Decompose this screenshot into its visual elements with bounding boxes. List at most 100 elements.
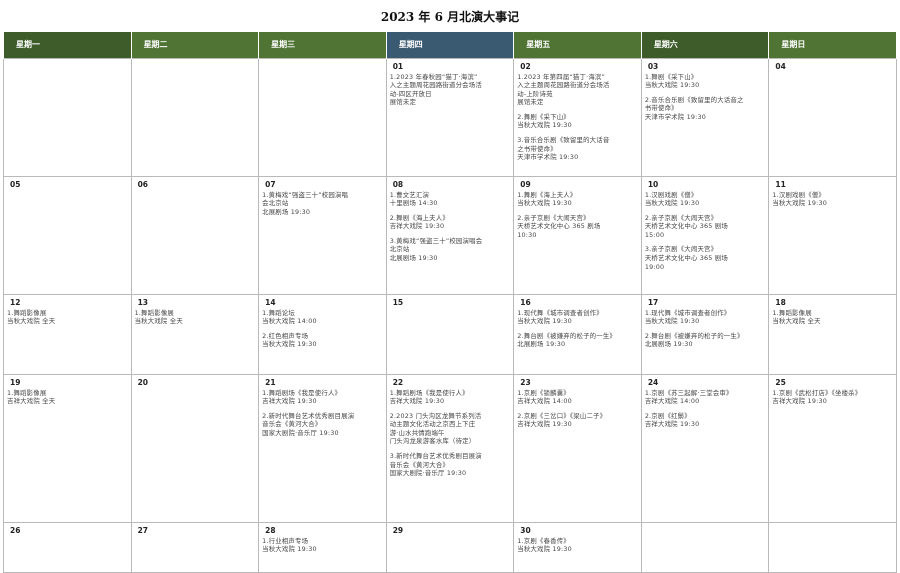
event-item: 1.舞蹈剧场《我是使行人》 吉祥大戏院 19:30: [262, 388, 342, 406]
page-title: 2023 年 6 月北演大事记: [380, 10, 520, 24]
event-item: 3.新时代舞台艺术优秀剧目展演 音乐会《黄河大合》 国家大剧院·音乐厅 19:3…: [389, 452, 482, 478]
day-number: 03: [647, 61, 659, 71]
event-item: 3.音乐合乐剧《致留里的大话音 之书带使命》 天津市学术院 19:30: [517, 136, 610, 162]
day-cell: 22 1.舞蹈剧场《我是使行人》 吉祥大戏院 19:30 2.2023 门头沟区龙舞…: [385, 373, 515, 523]
event-item: 2.京剧《红鬃》 吉祥大戏院 19:30: [644, 411, 700, 429]
day-number: [262, 61, 383, 73]
day-cell: 02 1.2023 年第四届“猫丁·海滨” 入之主题周花园路街道分会场活 动-上阶…: [513, 57, 642, 177]
day-cell: 03 1.舞剧《采下山》 当秋大戏院 19:30 2.音乐合乐剧《致留里的大话音之 …: [640, 57, 770, 177]
day-cell: 05: [3, 175, 132, 295]
event-item: 1.曹文艺汇演 十里剧场 14:30: [389, 190, 438, 208]
day-number: 05: [10, 179, 21, 189]
event-item: 1.舞蹈论坛 当秋大戏院 14:00: [262, 308, 317, 326]
weekday-header: 星期六: [640, 32, 770, 58]
day-cell: 15: [385, 293, 515, 375]
event-item: 2.亲子京剧《大闹天宫》 天桥艺术文化中心 365 剧场 10:30: [517, 213, 601, 239]
day-cell: 01 1.2023 年春秋园“猫丁·海滨” 入之主题周花园路街道分会场活 动-四区…: [385, 57, 515, 177]
event-item: 2.音乐合乐剧《致留里的大话音之 书带使命》 天津市学术院 19:30: [644, 95, 744, 121]
day-number: 09: [520, 179, 531, 189]
day-cell: 12 1.舞蹈影像展 当秋大戏院 全天: [3, 293, 132, 375]
event-item: 2.舞剧《采下山》 当秋大戏院 19:30: [517, 112, 572, 130]
week-row: 12 1.舞蹈影像展 当秋大戏院 全天 13 1.舞蹈影像展 当秋大戏院 全天 14 1.…: [3, 293, 897, 375]
event-item: 1.舞剧《采下山》 当秋大戏院 19:30: [644, 72, 700, 90]
event-item: 1.舞蹈剧场《我是使行人》 吉祥大戏院 19:30: [389, 388, 469, 406]
event-item: 1.京剧《武松打店》《坐楼杀》 吉祥大戏院 19:30: [772, 388, 862, 406]
day-cell: 13 1.舞蹈影像展 当秋大戏院 全天: [130, 293, 260, 375]
event-item: 1.京剧《苏三起解·三堂会审》 吉祥大戏院 14:00: [644, 388, 733, 406]
event-item: 1.舞蹈影像展 当秋大戏院 全天: [772, 308, 821, 326]
day-number: 04: [775, 61, 786, 71]
event-item: 1.舞剧《海上夫人》 当秋大戏院 19:30: [517, 190, 577, 208]
day-number: 10: [647, 179, 659, 189]
event-item: 3.黄梅戏“强盗三十”校园演唱会 北京站 北展剧场 19:30: [389, 236, 483, 263]
day-number: 07: [265, 179, 276, 189]
day-number: 27: [137, 525, 148, 535]
event-item: 1.现代舞《城市调查者创作》 当秋大戏院 19:30: [644, 308, 731, 326]
day-number: 18: [775, 297, 786, 307]
event-item: 1.2023 年春秋园“猫丁·海滨” 入之主题周花园路街道分会场活 动-四区开放…: [389, 72, 482, 107]
day-cell: 29: [385, 521, 515, 573]
event-item: 1.现代舞《城市调查者创作》 当秋大戏院 19:30: [517, 308, 603, 326]
day-number: 24: [647, 377, 659, 387]
day-cell: 20: [130, 373, 260, 523]
day-cell: 24 1.京剧《苏三起解·三堂会审》 吉祥大戏院 14:00 2.京剧《红鬃》 吉祥…: [640, 373, 770, 523]
day-number: [772, 525, 893, 537]
event-item: 3.亲子京剧《大闹天宫》 天桥艺术文化中心 365 剧场 19:00: [644, 245, 728, 271]
weekday-header: 星期二: [130, 32, 260, 58]
day-number: 28: [265, 525, 276, 535]
event-item: 1.2023 年第四届“猫丁·海滨” 入之主题周花园路街道分会场活 动-上阶诗苑…: [517, 72, 610, 107]
day-number: 22: [392, 377, 404, 387]
day-number: 13: [137, 297, 148, 307]
day-cell: 14 1.舞蹈论坛 当秋大戏院 14:00 2.红色相声专场 当秋大戏院 19:30: [258, 293, 387, 375]
day-number: 11: [775, 179, 786, 189]
day-number: 26: [10, 525, 21, 535]
day-cell: 27: [130, 521, 260, 573]
event-item: 1.黄梅戏“强盗三十”校园演唱 会北京站 北展剧场 19:30: [262, 190, 349, 216]
day-number: 30: [520, 525, 531, 535]
day-number: [7, 61, 128, 73]
event-item: 1.汉剧戏剧《僧》 当秋大戏院 19:30: [772, 190, 827, 208]
day-cell: 06: [130, 175, 260, 295]
day-number: 01: [392, 61, 404, 71]
event-item: 2.舞台剧《被嫌弃的松子的一生》 北展剧场 19:30: [517, 331, 617, 349]
day-number: 12: [10, 297, 21, 307]
day-cell: 21 1.舞蹈剧场《我是使行人》 吉祥大戏院 19:30 2.新时代舞台艺术优秀剧目…: [258, 373, 387, 523]
day-cell: 16 1.现代舞《城市调查者创作》 当秋大戏院 19:30 2.舞台剧《被嫌弃的松子…: [513, 293, 642, 375]
day-number: 23: [520, 377, 531, 387]
event-item: 1.京剧《锁麟囊》 吉祥大戏院 14:00: [517, 388, 572, 406]
day-cell: 23 1.京剧《锁麟囊》 吉祥大戏院 14:00 2.京剧《三岔口》《梁山二子》 吉…: [513, 373, 642, 523]
event-item: 2.红色相声专场 当秋大戏院 19:30: [262, 331, 317, 349]
event-item: 2.2023 门头沟区龙舞节系列活 动主题文化活动之京西上下庄 游·山水共情跑端…: [389, 411, 482, 446]
event-item: 2.舞剧《海上夫人》 吉祥大戏院 19:30: [389, 213, 449, 231]
day-cell: 25 1.京剧《武松打店》《坐楼杀》 吉祥大戏院 19:30: [768, 373, 897, 523]
day-number: 19: [10, 377, 21, 387]
day-number: 25: [775, 377, 786, 387]
event-item: 1.汉剧戏剧《僧》 当秋大戏院 19:30: [644, 190, 700, 208]
day-number: [135, 61, 256, 73]
calendar-table: 星期一 星期二 星期三 星期四 星期五 星期六 星期日 01 1.2023 年春秋…: [3, 32, 897, 573]
day-number: 06: [137, 179, 148, 189]
day-number: 17: [647, 297, 659, 307]
event-item: 1.舞蹈影像展 当秋大戏院 全天: [134, 308, 183, 326]
day-number: 20: [137, 377, 148, 387]
day-cell: [640, 521, 770, 573]
day-cell: 28 1.行业相声专场 当秋大戏院 19:30: [258, 521, 387, 573]
week-row: 05 06 07 1.黄梅戏“强盗三十”校园演唱 会北京站 北展剧场 19:30 08 1…: [3, 175, 897, 295]
day-cell: 10 1.汉剧戏剧《僧》 当秋大戏院 19:30 2.亲子京剧《大闹天宫》 天桥艺术…: [640, 175, 770, 295]
day-cell: 11 1.汉剧戏剧《僧》 当秋大戏院 19:30: [768, 175, 897, 295]
day-cell: 08 1.曹文艺汇演 十里剧场 14:30 2.舞剧《海上夫人》 吉祥大戏院 19:…: [385, 175, 515, 295]
day-number: 02: [520, 61, 531, 71]
event-item: 1.京剧《春香传》 当秋大戏院 19:30: [517, 536, 572, 554]
weekday-header: 星期日: [768, 32, 897, 58]
day-cell: [768, 521, 897, 573]
weekday-header: 星期四: [385, 32, 515, 58]
event-item: 1.行业相声专场 当秋大戏院 19:30: [262, 536, 317, 554]
day-number: 29: [392, 525, 404, 535]
week-row: 19 1.舞蹈影像展 吉祥大戏院 全天 20 21 1.舞蹈剧场《我是使行人》 吉祥大戏…: [3, 373, 897, 523]
day-cell: 17 1.现代舞《城市调查者创作》 当秋大戏院 19:30 2.舞台剧《被嫌弃的松子…: [640, 293, 770, 375]
day-cell: [130, 57, 260, 177]
day-number: 21: [265, 377, 276, 387]
day-cell: 18 1.舞蹈影像展 当秋大戏院 全天: [768, 293, 897, 375]
week-row: 26 27 28 1.行业相声专场 当秋大戏院 19:30 29 30 1.京剧《春香传》 …: [3, 521, 897, 573]
event-item: 2.亲子京剧《大闹天宫》 天桥艺术文化中心 365 剧场 15:00: [644, 213, 728, 239]
